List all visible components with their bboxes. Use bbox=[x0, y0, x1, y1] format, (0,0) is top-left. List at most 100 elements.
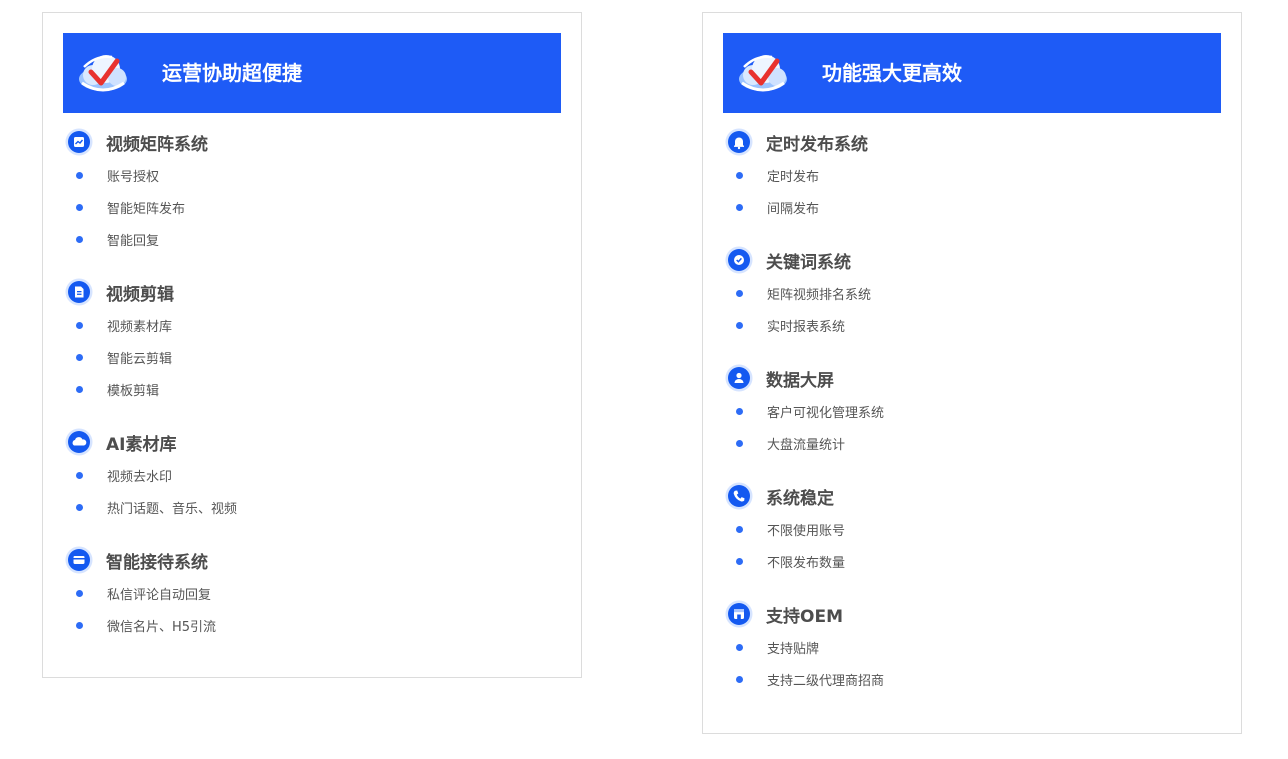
feature-section: 视频矩阵系统 账号授权 智能矩阵发布 智能回复 bbox=[65, 125, 545, 255]
list-item: 视频去水印 bbox=[65, 459, 545, 491]
feature-section: 视频剪辑 视频素材库 智能云剪辑 模板剪辑 bbox=[65, 275, 545, 405]
list-item: 支持二级代理商招商 bbox=[725, 663, 1205, 695]
cloud-check-logo-icon bbox=[79, 55, 127, 92]
list-item: 模板剪辑 bbox=[65, 373, 545, 405]
list-item-label: 定时发布 bbox=[767, 169, 820, 185]
bullet-dot bbox=[736, 643, 743, 651]
bullet-dot bbox=[76, 621, 83, 629]
store-icon bbox=[725, 600, 753, 628]
list-item: 不限发布数量 bbox=[725, 545, 1205, 577]
list-item: 不限使用账号 bbox=[725, 513, 1205, 545]
list-item: 私信评论自动回复 bbox=[65, 577, 545, 609]
check-circle-icon bbox=[725, 246, 753, 274]
list-item: 智能云剪辑 bbox=[65, 341, 545, 373]
list-item: 支持贴牌 bbox=[725, 631, 1205, 663]
banner-title: 运营协助超便捷 bbox=[162, 61, 302, 85]
list-item-label: 矩阵视频排名系统 bbox=[767, 287, 872, 303]
section-title: 关键词系统 bbox=[766, 252, 851, 273]
section-header: 数据大屏 bbox=[725, 361, 1205, 395]
bell-icon bbox=[725, 128, 753, 156]
section-header: 支持OEM bbox=[725, 597, 1205, 631]
list-item-label: 私信评论自动回复 bbox=[107, 587, 212, 603]
list-item-label: 间隔发布 bbox=[767, 201, 820, 217]
bullet-dot bbox=[736, 289, 743, 297]
section-title: 视频矩阵系统 bbox=[106, 134, 208, 155]
list-item-label: 支持贴牌 bbox=[767, 641, 820, 657]
section-header: 视频剪辑 bbox=[65, 275, 545, 309]
list-item: 微信名片、H5引流 bbox=[65, 609, 545, 641]
feature-list: 定时发布系统 定时发布 间隔发布 关键词系统 矩阵视频排名系统 实时报表系统 数… bbox=[725, 125, 1205, 715]
bullet-dot bbox=[736, 203, 743, 211]
list-item: 账号授权 bbox=[65, 159, 545, 191]
section-title: 视频剪辑 bbox=[106, 284, 174, 305]
card-banner: 运营协助超便捷 bbox=[63, 33, 561, 113]
bullet-dot bbox=[736, 321, 743, 329]
feature-section: 关键词系统 矩阵视频排名系统 实时报表系统 bbox=[725, 243, 1205, 341]
section-title: 支持OEM bbox=[766, 606, 843, 627]
section-header: 定时发布系统 bbox=[725, 125, 1205, 159]
list-item-label: 不限使用账号 bbox=[767, 523, 846, 539]
list-item: 智能矩阵发布 bbox=[65, 191, 545, 223]
list-item-label: 热门话题、音乐、视频 bbox=[107, 501, 238, 517]
feature-section: 支持OEM 支持贴牌 支持二级代理商招商 bbox=[725, 597, 1205, 695]
bullet-dot bbox=[736, 171, 743, 179]
feature-section: 定时发布系统 定时发布 间隔发布 bbox=[725, 125, 1205, 223]
list-item: 客户可视化管理系统 bbox=[725, 395, 1205, 427]
section-header: 系统稳定 bbox=[725, 479, 1205, 513]
phone-icon bbox=[725, 482, 753, 510]
card-icon bbox=[65, 546, 93, 574]
bullet-dot bbox=[76, 171, 83, 179]
list-item-label: 智能云剪辑 bbox=[107, 351, 173, 367]
feature-section: 系统稳定 不限使用账号 不限发布数量 bbox=[725, 479, 1205, 577]
bullet-dot bbox=[736, 525, 743, 533]
feature-section: AI素材库 视频去水印 热门话题、音乐、视频 bbox=[65, 425, 545, 523]
section-header: 智能接待系统 bbox=[65, 543, 545, 577]
list-item: 热门话题、音乐、视频 bbox=[65, 491, 545, 523]
document-icon bbox=[65, 278, 93, 306]
list-item-label: 不限发布数量 bbox=[767, 555, 846, 571]
list-item: 间隔发布 bbox=[725, 191, 1205, 223]
list-item: 智能回复 bbox=[65, 223, 545, 255]
feature-list: 视频矩阵系统 账号授权 智能矩阵发布 智能回复 视频剪辑 视频素材库 智能云剪辑… bbox=[65, 125, 545, 661]
list-item: 大盘流量统计 bbox=[725, 427, 1205, 459]
list-item: 矩阵视频排名系统 bbox=[725, 277, 1205, 309]
banner-title: 功能强大更高效 bbox=[822, 61, 962, 85]
list-item: 视频素材库 bbox=[65, 309, 545, 341]
list-item-label: 视频素材库 bbox=[107, 319, 173, 335]
user-icon bbox=[725, 364, 753, 392]
list-item: 实时报表系统 bbox=[725, 309, 1205, 341]
bullet-dot bbox=[76, 353, 83, 361]
bullet-dot bbox=[76, 235, 83, 243]
section-title: 定时发布系统 bbox=[766, 134, 868, 155]
bullet-dot bbox=[76, 203, 83, 211]
list-item-label: 视频去水印 bbox=[107, 469, 173, 485]
list-item-label: 智能回复 bbox=[107, 233, 160, 249]
bullet-dot bbox=[76, 503, 83, 511]
list-item-label: 智能矩阵发布 bbox=[107, 201, 186, 217]
feature-card-efficiency: 功能强大更高效 定时发布系统 定时发布 间隔发布 关键词系统 矩阵视频排名系统 … bbox=[702, 12, 1242, 734]
section-title: 数据大屏 bbox=[766, 370, 834, 391]
bullet-dot bbox=[736, 439, 743, 447]
bullet-dot bbox=[736, 407, 743, 415]
feature-card-operations: 运营协助超便捷 视频矩阵系统 账号授权 智能矩阵发布 智能回复 视频剪辑 视频素… bbox=[42, 12, 582, 678]
section-header: 视频矩阵系统 bbox=[65, 125, 545, 159]
list-item-label: 账号授权 bbox=[107, 169, 160, 185]
list-item-label: 客户可视化管理系统 bbox=[767, 405, 885, 421]
cloud-check-logo-icon bbox=[739, 55, 787, 92]
section-header: AI素材库 bbox=[65, 425, 545, 459]
feature-section: 数据大屏 客户可视化管理系统 大盘流量统计 bbox=[725, 361, 1205, 459]
cloud-icon bbox=[65, 428, 93, 456]
card-banner: 功能强大更高效 bbox=[723, 33, 1221, 113]
list-item: 定时发布 bbox=[725, 159, 1205, 191]
section-header: 关键词系统 bbox=[725, 243, 1205, 277]
section-title: AI素材库 bbox=[106, 434, 177, 455]
bullet-dot bbox=[736, 557, 743, 565]
bullet-dot bbox=[76, 385, 83, 393]
bullet-dot bbox=[76, 471, 83, 479]
feature-section: 智能接待系统 私信评论自动回复 微信名片、H5引流 bbox=[65, 543, 545, 641]
chart-icon bbox=[65, 128, 93, 156]
list-item-label: 支持二级代理商招商 bbox=[767, 673, 885, 689]
bullet-dot bbox=[76, 321, 83, 329]
list-item-label: 大盘流量统计 bbox=[767, 437, 846, 453]
list-item-label: 微信名片、H5引流 bbox=[107, 619, 217, 635]
